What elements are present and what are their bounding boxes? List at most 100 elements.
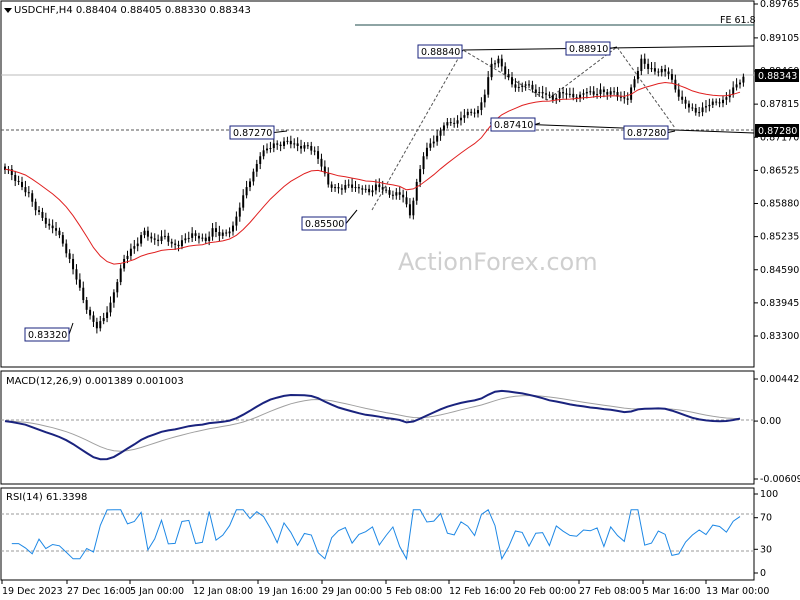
candle-body <box>534 89 537 93</box>
candle-body <box>558 92 561 98</box>
candle-body <box>643 58 646 64</box>
candle-body <box>89 309 92 316</box>
candle-body <box>184 238 187 241</box>
time-tick-label: 27 Feb 08:00 <box>579 586 641 597</box>
candle-body <box>650 68 653 70</box>
candle-body <box>31 193 34 202</box>
candle-body <box>579 94 582 98</box>
candle-body <box>231 225 234 232</box>
candle-body <box>255 163 258 172</box>
candle-body <box>463 115 466 118</box>
candle-body <box>514 84 517 88</box>
price-tick-label: 0.87815 <box>760 99 799 110</box>
macd-tick-label: 0.004425 <box>760 374 800 385</box>
candle-body <box>704 106 707 108</box>
current-price-label: 0.88343 <box>758 71 797 82</box>
candle-body <box>415 181 418 201</box>
candle-body <box>61 235 64 244</box>
candle-body <box>313 150 316 152</box>
candle-body <box>41 211 44 218</box>
candle-body <box>531 84 534 90</box>
candle-body <box>626 98 629 100</box>
candle-body <box>320 158 323 167</box>
candle-body <box>116 282 119 293</box>
rsi-tick-label: 0 <box>760 568 766 579</box>
candle-body <box>374 184 377 191</box>
candle-body <box>112 292 115 303</box>
candle-body <box>677 89 680 97</box>
candle-body <box>160 236 163 241</box>
candle-body <box>191 233 194 238</box>
candle-body <box>310 145 313 151</box>
candle-body <box>494 63 496 65</box>
time-tick-label: 13 Mar 00:00 <box>706 586 769 597</box>
candle-body <box>395 192 398 196</box>
time-tick-label: 5 Jan 00:00 <box>130 586 184 597</box>
candle-body <box>548 94 551 96</box>
time-tick-label: 12 Feb 16:00 <box>449 586 511 597</box>
watermark: ActionForex.com <box>398 248 598 276</box>
candle-body <box>211 228 214 237</box>
candle-body <box>473 112 476 114</box>
candle-body <box>235 216 238 226</box>
candle-body <box>157 239 160 241</box>
candle-body <box>718 102 721 104</box>
time-tick-label: 20 Feb 00:00 <box>514 586 576 597</box>
candle-body <box>269 148 272 150</box>
candle-body <box>218 232 221 236</box>
candle-body <box>599 89 602 95</box>
price-tick-label: 0.85235 <box>760 232 799 243</box>
candle-body <box>497 58 500 64</box>
candle-body <box>466 111 469 116</box>
candle-body <box>340 188 343 190</box>
candle-body <box>402 194 405 198</box>
macd-tick-label: 0.00 <box>760 416 781 427</box>
price-tick-label: 0.89105 <box>760 33 799 44</box>
candle-body <box>732 87 735 95</box>
candle-body <box>572 93 575 98</box>
candle-body <box>136 243 139 247</box>
annotation-label: 0.87270 <box>233 128 272 139</box>
candle-body <box>296 143 299 146</box>
price-tick-label: 0.84590 <box>760 265 799 276</box>
candle-body <box>368 188 371 193</box>
candle-body <box>58 230 61 236</box>
candle-body <box>602 89 605 93</box>
candle-body <box>698 112 701 114</box>
candle-body <box>670 74 673 80</box>
candle-body <box>419 169 422 182</box>
annotation-label: 0.88910 <box>569 44 608 55</box>
candle-body <box>412 200 415 216</box>
candle-body <box>647 63 650 69</box>
candle-body <box>276 143 279 145</box>
candle-body <box>119 268 122 283</box>
candle-body <box>68 253 71 259</box>
time-tick-label: 12 Jan 08:00 <box>193 586 253 597</box>
candle-body <box>92 315 95 322</box>
candle-body <box>262 150 265 157</box>
candle-body <box>21 181 24 188</box>
candle-body <box>371 190 374 193</box>
candle-body <box>436 135 439 142</box>
price-tick-label: 0.85880 <box>760 199 799 210</box>
candle-body <box>44 217 47 224</box>
candle-body <box>150 236 153 239</box>
candle-body <box>303 145 306 149</box>
candle-body <box>551 95 554 100</box>
candle-body <box>490 63 493 78</box>
candle-body <box>167 235 170 242</box>
candle-body <box>344 185 347 190</box>
annotation-label: 0.83320 <box>28 330 67 341</box>
candle-body <box>78 279 81 288</box>
candle-body <box>562 92 565 94</box>
candle-body <box>681 96 684 100</box>
candle-body <box>442 125 445 131</box>
candle-body <box>153 238 156 240</box>
time-tick-label: 29 Jan 00:00 <box>322 586 382 597</box>
candle-body <box>354 187 357 189</box>
candle-body <box>725 97 728 100</box>
candle-body <box>170 241 173 244</box>
candle-body <box>606 92 609 95</box>
candle-body <box>357 187 360 189</box>
candle-body <box>429 143 432 148</box>
